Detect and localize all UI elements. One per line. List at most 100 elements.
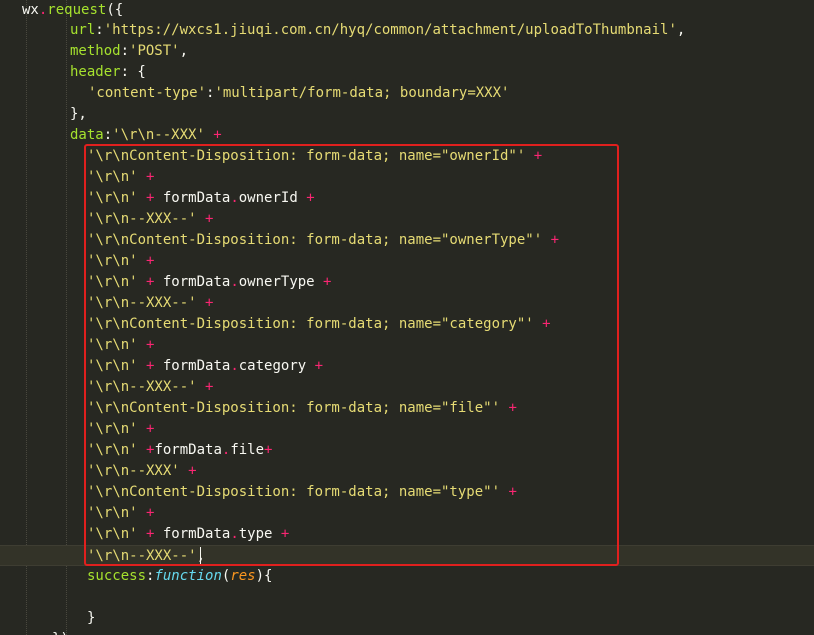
code-token: wx xyxy=(22,2,39,18)
code-token: '\r\nContent-Disposition: form-data; nam… xyxy=(87,484,501,500)
code-token: header xyxy=(70,64,121,80)
code-token: + xyxy=(264,442,273,458)
code-token: . xyxy=(230,358,239,374)
code-token: data xyxy=(70,127,104,143)
code-token: method xyxy=(70,43,121,59)
code-token: '\r\nContent-Disposition: form-data; nam… xyxy=(87,400,501,416)
code-token: + xyxy=(542,232,560,248)
code-token: + xyxy=(137,337,155,353)
code-line[interactable]: method:'POST', xyxy=(0,41,814,62)
code-token: '\r\nContent-Disposition: form-data; nam… xyxy=(87,316,534,332)
code-token: '\r\n--XXX--' xyxy=(87,295,197,311)
code-line[interactable]: } xyxy=(0,608,814,629)
code-line[interactable]: '\r\n' + xyxy=(0,167,814,188)
code-token: '\r\n' xyxy=(87,526,138,542)
code-line[interactable]: '\r\n--XXX--' + xyxy=(0,209,814,230)
code-token: '\r\n' xyxy=(87,169,138,185)
code-token: ownerType xyxy=(238,274,315,290)
code-token: : xyxy=(120,43,130,59)
code-token: + xyxy=(137,358,163,374)
code-token: + xyxy=(137,169,155,185)
code-line[interactable]: data:'\r\n--XXX' + xyxy=(0,125,814,146)
code-token: + xyxy=(137,190,163,206)
code-token: formData xyxy=(162,190,231,206)
code-token: + xyxy=(297,190,315,206)
code-line[interactable]: '\r\n--XXX--' + xyxy=(0,377,814,398)
code-line[interactable]: '\r\n' + formData.ownerType + xyxy=(0,272,814,293)
code-line[interactable]: }, xyxy=(0,104,814,125)
code-token: '\r\nContent-Disposition: form-data; nam… xyxy=(87,148,526,164)
code-token: '\r\n' xyxy=(87,358,138,374)
code-token: + xyxy=(196,379,214,395)
code-token: ){ xyxy=(255,568,273,584)
code-token: + xyxy=(137,505,155,521)
code-line[interactable]: '\r\n' + formData.ownerId + xyxy=(0,188,814,209)
code-token: + xyxy=(196,295,214,311)
code-token: + xyxy=(500,400,517,416)
code-line[interactable]: 'content-type':'multipart/form-data; bou… xyxy=(0,83,814,104)
code-line[interactable]: '\r\nContent-Disposition: form-data; nam… xyxy=(0,482,814,503)
code-token: ({ xyxy=(106,2,124,18)
code-line[interactable]: '\r\n--XXX--' + xyxy=(0,293,814,314)
code-token: '\r\n' xyxy=(87,253,138,269)
code-line[interactable]: '\r\n' + formData.category + xyxy=(0,356,814,377)
code-line[interactable]: '\r\nContent-Disposition: form-data; nam… xyxy=(0,398,814,419)
code-token: '\r\n' xyxy=(87,337,138,353)
code-token: . xyxy=(230,274,239,290)
code-line[interactable]: '\r\nContent-Disposition: form-data; nam… xyxy=(0,146,814,167)
code-token: '\r\n' xyxy=(87,190,138,206)
code-token: success xyxy=(87,568,147,584)
code-token: + xyxy=(525,148,543,164)
code-token: 'multipart/form-data; boundary=XXX' xyxy=(214,85,510,101)
code-token: }, xyxy=(70,106,87,122)
code-token: '\r\n--XXX--' xyxy=(87,211,197,227)
code-line[interactable]: '\r\n' + xyxy=(0,419,814,440)
code-token: '\r\n--XXX' xyxy=(112,127,205,143)
code-line[interactable]: '\r\n' + xyxy=(0,335,814,356)
code-line[interactable]: url:'https://wxcs1.jiuqi.com.cn/hyq/comm… xyxy=(0,20,814,41)
code-token: + xyxy=(314,274,332,290)
code-line[interactable]: '\r\n--XXX' + xyxy=(0,461,814,482)
code-token: '\r\nContent-Disposition: form-data; nam… xyxy=(87,232,543,248)
code-token: '\r\n--XXX' xyxy=(87,463,180,479)
code-line[interactable]: '\r\n' + xyxy=(0,503,814,524)
code-token: + xyxy=(533,316,551,332)
code-line[interactable]: }) xyxy=(0,629,814,635)
code-token: request xyxy=(47,2,107,18)
code-token: 'content-type' xyxy=(88,85,207,101)
code-token: '\r\n' xyxy=(87,421,138,437)
code-token: + xyxy=(196,211,214,227)
code-token: + xyxy=(137,442,155,458)
code-token: + xyxy=(137,274,163,290)
code-token: . xyxy=(230,526,239,542)
code-token: , xyxy=(179,43,189,59)
code-token: formData xyxy=(162,358,231,374)
code-token: url xyxy=(70,22,96,38)
code-token: formData xyxy=(162,526,231,542)
code-token: . xyxy=(230,190,239,206)
code-editor[interactable]: wx.request({url:'https://wxcs1.jiuqi.com… xyxy=(0,0,814,635)
code-token: : xyxy=(103,127,113,143)
code-token: } xyxy=(87,610,96,626)
code-line[interactable] xyxy=(0,587,814,608)
code-token: file xyxy=(230,442,265,458)
code-line[interactable]: wx.request({ xyxy=(0,0,814,21)
code-token: + xyxy=(137,526,163,542)
code-token: 'https://wxcs1.jiuqi.com.cn/hyq/common/a… xyxy=(103,22,677,38)
code-line[interactable]: '\r\n' +formData.file+ xyxy=(0,440,814,461)
code-line[interactable]: '\r\n' + formData.type + xyxy=(0,524,814,545)
code-line[interactable]: '\r\nContent-Disposition: form-data; nam… xyxy=(0,314,814,335)
code-line[interactable]: success:function(res){ xyxy=(0,566,814,587)
code-line[interactable]: header: { xyxy=(0,62,814,83)
code-token: '\r\n--XXX--' xyxy=(87,379,197,395)
code-token: 'POST' xyxy=(129,43,180,59)
code-token: : xyxy=(95,22,104,38)
code-line[interactable]: '\r\n' + xyxy=(0,251,814,272)
code-token: '\r\n' xyxy=(87,505,138,521)
code-token: }) xyxy=(52,631,69,635)
code-token: + xyxy=(179,463,197,479)
code-line[interactable]: '\r\nContent-Disposition: form-data; nam… xyxy=(0,230,814,251)
code-line[interactable]: '\r\n--XXX--', xyxy=(0,545,814,566)
code-token: ownerId xyxy=(238,190,298,206)
code-token: + xyxy=(500,484,517,500)
